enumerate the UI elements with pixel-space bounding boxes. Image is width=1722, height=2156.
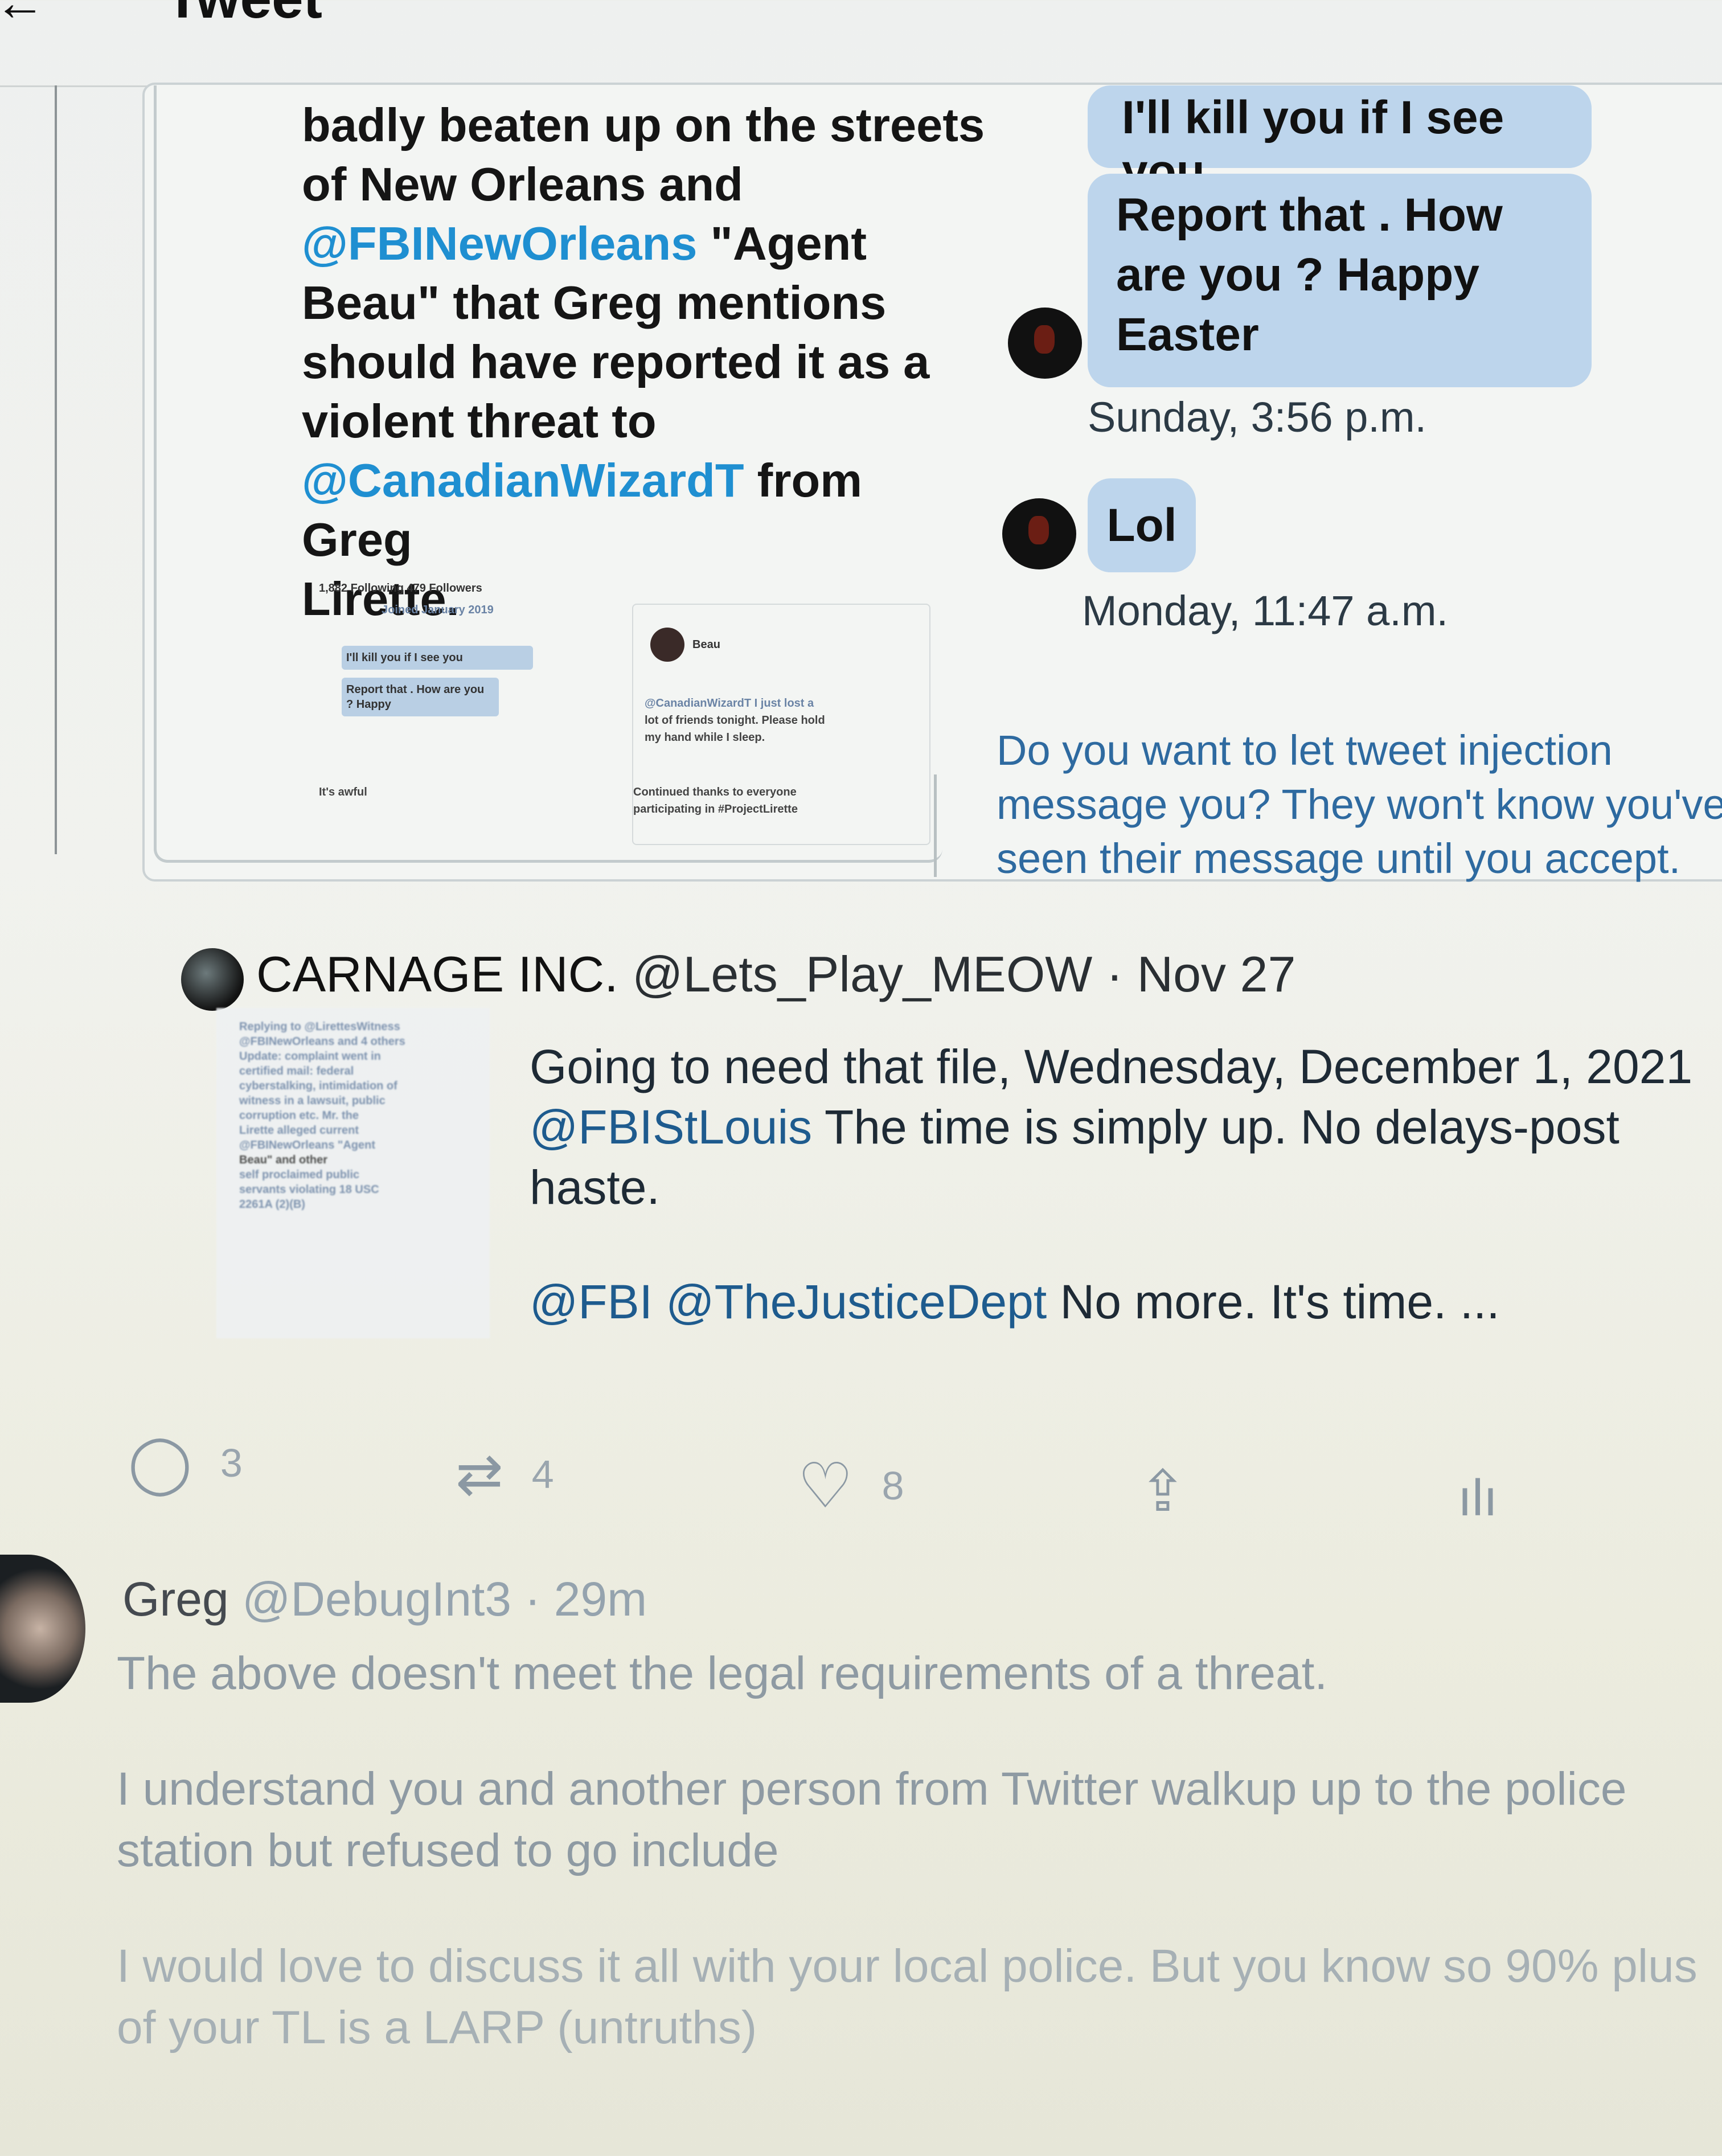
thumb-line: @FBINewOrleans and 4 others [239,1035,405,1048]
message-bubble: Lol [1088,478,1196,572]
thumb-joined: Joined January 2019 [382,604,494,616]
mention-link[interactable]: @TheJusticeDept [666,1275,1047,1329]
reply-paragraph: I would love to discuss it all with your… [117,1940,1698,2053]
like-button[interactable]: ♡ 8 [797,1449,904,1522]
thumb-line: Lirette alleged current [239,1124,359,1137]
thumb-line: @CanadianWizardT I just lost a [645,697,814,710]
thumb-line: Beau" and other [239,1154,328,1166]
thumb-user: Beau [692,638,720,651]
analytics-icon: ılı [1458,1470,1498,1527]
thumb-bubble: I'll kill you if I see you [342,646,533,670]
author-handle[interactable]: @Lets_Play_MEOW [632,946,1092,1002]
thumb-line: lot of friends tonight. Please hold [645,714,825,727]
thumb-avatar [650,628,684,662]
author-name[interactable]: CARNAGE INC. [256,946,618,1002]
sender-avatar [1008,308,1082,379]
thumb-line: cyberstalking, intimidation of [239,1080,397,1092]
mention-link[interactable]: @FBI [530,1275,653,1329]
retweet-icon: ⇄ [456,1442,503,1506]
embedded-line: badly beaten up on the streets [302,99,985,151]
thumb-user-row: Beau [650,628,929,662]
message-bubble: Report that . How are you ? Happy Easter [1088,174,1592,387]
share-icon: ⇪ [1139,1460,1187,1523]
reply-text: The above doesn't meet the legal require… [117,1643,1711,2113]
message-bubble: I'll kill you if I see you [1088,85,1592,197]
share-button[interactable]: ⇪ [1139,1458,1187,1524]
thumb-line: servants violating 18 USC [239,1183,379,1196]
reply-paragraph: The above doesn't meet the legal require… [117,1647,1328,1699]
reply-author-name[interactable]: Greg [122,1572,229,1626]
message-timestamp: Sunday, 3:56 p.m. [1088,394,1427,441]
reply-header: Greg @DebugInt3 · 29m [122,1572,647,1627]
separator: · [524,1572,541,1626]
reply-time[interactable]: 29m [554,1572,647,1626]
thumb-stats: 1,882 Following 479 Followers [319,582,482,595]
retweet-button[interactable]: ⇄ 4 [456,1441,554,1507]
thumb-footer: Continued thanks to everyone [633,786,797,798]
tweet-media-thumbnail[interactable]: Replying to @LirettesWitness @FBINewOrle… [216,1008,490,1338]
thumb-line: witness in a lawsuit, public [239,1095,386,1107]
embedded-line: should have reported it as a [302,335,930,388]
thumb-line: Update: complaint went in [239,1050,381,1063]
reply-count: 3 [220,1440,243,1485]
embedded-line: of New Orleans and [302,158,743,211]
embedded-text-fragment: "Agent [697,217,867,270]
message-request-prompt: Do you want to let tweet injection messa… [997,727,1722,882]
embedded-line: Beau" that Greg mentions [302,276,887,329]
thumb-line: my hand while I sleep. [645,731,765,744]
tweet-paragraph: Going to need that file, Wednesday, Dece… [530,1036,1722,1218]
mention-link[interactable]: @FBINewOrleans [302,217,697,270]
mention-link[interactable]: @FBIStLouis [530,1100,812,1154]
back-arrow-icon[interactable]: ← [0,0,46,28]
thumb-footer: participating in #ProjectLirette [633,803,798,815]
reply-author-handle[interactable]: @DebugInt3 [242,1572,511,1626]
tweet-text: Going to need that file, Wednesday, Dece… [530,1036,1722,1386]
thumb-line: self proclaimed public [239,1169,360,1181]
page-title: Tweet [165,0,322,31]
thumb-caption: It's awful [319,786,367,798]
tweet-date[interactable]: Nov 27 [1137,946,1296,1002]
tweet-header: CARNAGE INC. @Lets_Play_MEOW · Nov 27 [256,945,1295,1003]
reply-author-avatar[interactable] [0,1555,85,1703]
thread-line [55,85,57,854]
thumb-line: corruption etc. Mr. the [239,1109,359,1122]
like-icon: ♡ [797,1451,854,1521]
tweet-text-fragment: No more. It's time. ... [1047,1275,1500,1329]
mention-link[interactable]: @CanadianWizardT [302,454,744,507]
author-avatar[interactable] [181,948,244,1011]
tweet-paragraph: @FBI @TheJusticeDept No more. It's time.… [530,1272,1722,1332]
thumbnail-right: Beau @CanadianWizardT I just lost a lot … [632,604,930,845]
thumb-line: 2261A (2)(B) [239,1198,305,1211]
embedded-tweet-text: badly beaten up on the streets of New Or… [302,96,985,629]
thumb-line: Replying to @LirettesWitness [239,1020,400,1033]
separator: · [1106,946,1124,1002]
card-divider [934,774,937,877]
thumb-line: @FBINewOrleans "Agent [239,1139,376,1151]
like-count: 8 [882,1464,904,1508]
thumb-line: certified mail: federal [239,1065,354,1077]
reply-paragraph: I understand you and another person from… [117,1763,1627,1876]
retweet-count: 4 [531,1452,554,1497]
analytics-button[interactable]: ılı [1458,1469,1498,1528]
sender-avatar [1002,498,1076,569]
embedded-line: @FBINewOrleans "Agent [302,214,985,273]
embedded-line: violent threat to [302,395,657,448]
reply-button[interactable]: ◯ 3 [128,1429,243,1496]
reply-icon: ◯ [128,1431,192,1495]
tweet-text-fragment: Going to need that file, Wednesday, Dece… [530,1040,1693,1093]
thumbnail-left: 1,882 Following 479 Followers Joined Jan… [319,581,581,866]
thumb-bubble: Report that . How are you ? Happy [342,678,499,716]
message-timestamp: Monday, 11:47 a.m. [1082,587,1449,634]
embedded-line: @CanadianWizardT from Greg [302,451,985,569]
